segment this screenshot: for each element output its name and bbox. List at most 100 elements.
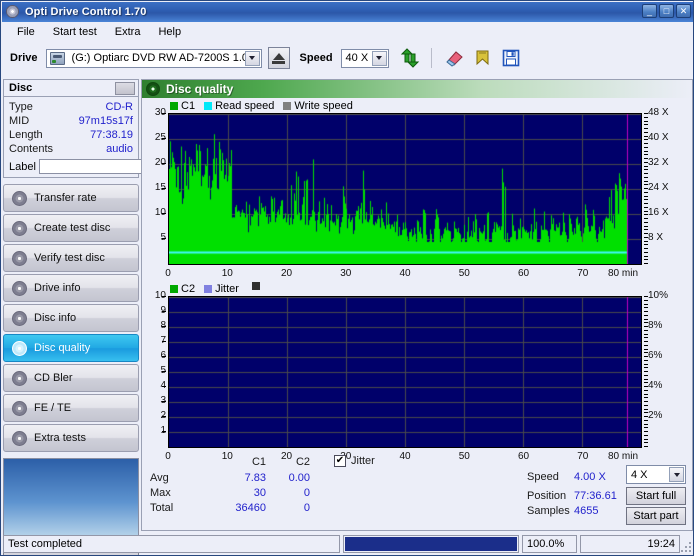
maximize-button[interactable]: □: [659, 4, 674, 18]
y-minor-tick: [644, 181, 648, 182]
sidebar-item-label: Disc info: [34, 312, 77, 324]
sidebar-nav: Transfer rate Create test disc Verify te…: [3, 184, 139, 452]
disc-icon: [12, 280, 27, 296]
y-minor-tick: [644, 412, 648, 413]
erase-button[interactable]: [442, 46, 468, 70]
menu-item-file[interactable]: File: [8, 24, 44, 40]
minimize-button[interactable]: _: [642, 4, 657, 18]
y-minor-tick: [644, 136, 648, 137]
results-header-c1: C1: [251, 456, 266, 468]
y-minor-tick: [644, 241, 648, 242]
jitter-checkbox[interactable]: ✔: [334, 455, 346, 467]
refresh-button[interactable]: [397, 46, 423, 70]
close-button[interactable]: ✕: [676, 4, 691, 18]
y-minor-tick: [644, 124, 648, 125]
start-part-button[interactable]: Start part: [626, 507, 686, 525]
y-minor-tick: [644, 420, 648, 421]
speed-select[interactable]: 40 X: [340, 48, 389, 68]
resize-grip[interactable]: [679, 540, 691, 552]
sidebar-item-disc-info[interactable]: Disc info: [3, 304, 139, 332]
drive-select-chevron-down-icon[interactable]: [244, 50, 260, 66]
y-minor-tick: [644, 229, 648, 230]
legend-swatch-jitter: [204, 284, 213, 293]
y-tick-label-right: 16 X: [648, 207, 669, 218]
legend-label-read-speed: Read speed: [215, 99, 275, 112]
y-minor-tick: [644, 128, 648, 129]
y-minor-tick: [644, 330, 648, 331]
legend-item-jitter: Jitter: [204, 283, 239, 295]
toolbar-divider: [430, 48, 432, 68]
sidebar-item-fe-te[interactable]: FE / TE: [3, 394, 139, 422]
test-speed-select[interactable]: 4 X: [626, 465, 686, 484]
save-button[interactable]: [498, 46, 524, 70]
y-tick-mark: [162, 401, 166, 402]
x-tick-label: 30: [340, 268, 352, 279]
disc-mid-value: 97m15s17f: [78, 115, 133, 127]
results-row-total-c2: 0: [303, 502, 310, 514]
chart1-y-axis-left: 30252015105: [142, 107, 166, 267]
y-minor-tick: [644, 424, 648, 425]
y-tick-mark: [162, 113, 166, 114]
sidebar-item-drive-info[interactable]: Drive info: [3, 274, 139, 302]
y-minor-tick: [644, 154, 648, 155]
y-tick-mark: [162, 296, 166, 297]
y-minor-tick: [644, 211, 648, 212]
menu-item-help[interactable]: Help: [149, 24, 190, 40]
y-tick-label-right: 6%: [648, 350, 663, 361]
disc-info-row-contents: Contents audio: [9, 142, 133, 156]
y-minor-tick: [644, 345, 648, 346]
drive-select[interactable]: (G:) Optiarc DVD RW AD-7200S 1.0B: [45, 48, 262, 68]
legend-label-c1: C1: [181, 99, 196, 112]
sidebar-item-cd-bler[interactable]: CD Bler: [3, 364, 139, 392]
y-minor-tick: [644, 431, 648, 432]
sidebar-item-create-test-disc[interactable]: Create test disc: [3, 214, 139, 242]
position-value: 77:36.61: [574, 490, 617, 502]
start-full-button[interactable]: Start full: [626, 487, 686, 505]
y-minor-tick: [644, 386, 648, 387]
x-tick-label: 70: [577, 268, 589, 279]
disc-length-value: 77:38.19: [90, 129, 133, 141]
left-column: Disc Type CD-R MID 97m15s17f Length 77:3…: [3, 79, 239, 555]
y-minor-tick: [644, 188, 648, 189]
c2-jitter-plot[interactable]: [168, 296, 642, 448]
legend-item-c1: C1: [170, 100, 195, 112]
sidebar-item-extra-tests[interactable]: Extra tests: [3, 424, 139, 452]
sidebar-item-disc-quality[interactable]: Disc quality: [3, 334, 139, 362]
speed-result-label: Speed: [527, 471, 559, 483]
y-minor-tick: [644, 401, 648, 402]
y-tick-label-right: 10%: [648, 290, 669, 301]
menu-item-extra[interactable]: Extra: [106, 24, 150, 40]
jitter-checkbox-row[interactable]: ✔ Jitter: [334, 455, 375, 467]
sidebar-item-verify-test-disc[interactable]: Verify test disc: [3, 244, 139, 272]
test-speed-value: 4 X: [631, 468, 648, 481]
speed-select-chevron-down-icon[interactable]: [371, 50, 387, 66]
refresh-icon: [400, 48, 419, 68]
y-minor-tick: [644, 192, 648, 193]
legend-item-write-speed: Write speed: [283, 100, 353, 112]
y-minor-tick: [644, 226, 648, 227]
disc-icon: [12, 340, 27, 356]
y-minor-tick: [644, 199, 648, 200]
disc-type-label: Type: [9, 101, 33, 113]
disc-contents-value: audio: [106, 143, 133, 155]
c1-error-plot[interactable]: [168, 113, 642, 265]
disc-panel-corner-button[interactable]: [115, 82, 135, 95]
results-row-avg-label: Avg: [150, 472, 169, 484]
window-title: Opti Drive Control 1.70: [25, 6, 147, 18]
eject-button[interactable]: [267, 47, 290, 69]
results-area: C1 C2 Avg 7.83 0.00 Max 30 0 Total 36460…: [142, 455, 692, 530]
y-minor-tick: [644, 397, 648, 398]
results-row-avg-c2: 0.00: [288, 472, 310, 484]
results-header-c2: C2: [295, 456, 310, 468]
disc-mid-label: MID: [9, 115, 30, 127]
y-minor-tick: [644, 326, 648, 327]
y-minor-tick: [644, 382, 648, 383]
y-tick-mark: [162, 238, 166, 239]
bookmark-button[interactable]: [470, 46, 496, 70]
menu-item-start-test[interactable]: Start test: [44, 24, 106, 40]
results-row-max-c1: 30: [253, 487, 266, 499]
y-minor-tick: [644, 132, 648, 133]
drive-select-value: (G:) Optiarc DVD RW AD-7200S 1.0B: [71, 52, 256, 64]
sidebar-item-transfer-rate[interactable]: Transfer rate: [3, 184, 139, 212]
test-speed-chevron-down-icon[interactable]: [669, 467, 684, 482]
